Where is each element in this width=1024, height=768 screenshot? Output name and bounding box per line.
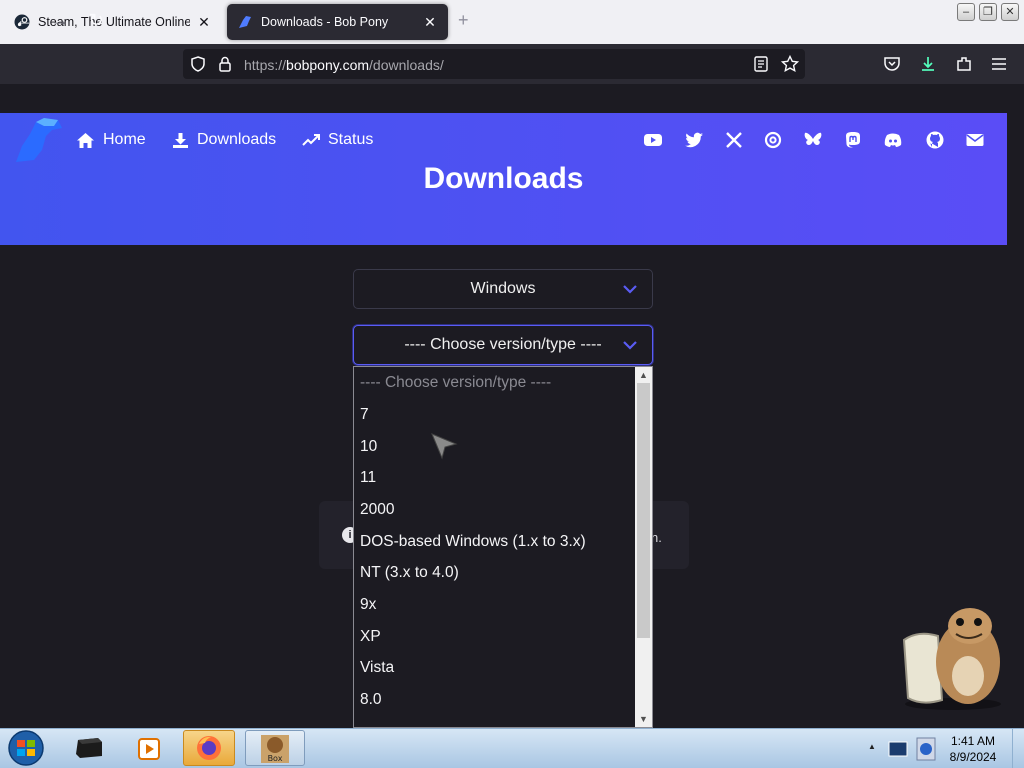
downloads-icon[interactable] bbox=[919, 55, 937, 73]
back-button[interactable]: ← bbox=[12, 8, 36, 32]
tab-title: Downloads - Bob Pony bbox=[261, 15, 389, 29]
nav-downloads-label: Downloads bbox=[197, 131, 277, 148]
dropdown-option[interactable]: 7 bbox=[360, 406, 369, 424]
chevron-down-icon bbox=[623, 341, 637, 350]
page-title: Downloads bbox=[423, 162, 584, 195]
close-window-button[interactable]: ✕ bbox=[1001, 3, 1019, 21]
nav-downloads-link[interactable]: Downloads bbox=[172, 128, 276, 152]
dropdown-scrollbar-thumb[interactable] bbox=[637, 383, 650, 638]
tab-steam[interactable]: Steam, The Ultimate Online Gar ✕ bbox=[4, 4, 222, 40]
new-tab-button[interactable]: + bbox=[458, 10, 469, 31]
system-clock[interactable]: 1:41 AM 8/9/2024 bbox=[945, 733, 1001, 765]
tracking-protection-icon[interactable] bbox=[190, 56, 206, 72]
dropdown-option[interactable]: 10 bbox=[360, 438, 377, 456]
clock-date: 8/9/2024 bbox=[949, 750, 997, 764]
version-select[interactable]: ---- Choose version/type ---- bbox=[353, 325, 653, 365]
mastodon-icon[interactable] bbox=[843, 130, 863, 150]
terminal-app-icon bbox=[76, 738, 102, 758]
os-select[interactable]: Windows bbox=[353, 269, 653, 309]
nav-home-label: Home bbox=[103, 131, 146, 148]
forward-button[interactable]: → bbox=[48, 8, 72, 32]
system-tray-app-icon[interactable] bbox=[886, 737, 910, 761]
discord-icon[interactable] bbox=[883, 130, 903, 150]
media-player-icon bbox=[138, 738, 160, 760]
close-tab-icon[interactable]: ✕ bbox=[422, 14, 438, 31]
version-dropdown-list[interactable]: ---- Choose version/type ---- 7 10 11 20… bbox=[353, 366, 653, 728]
twitter-icon[interactable] bbox=[684, 130, 704, 150]
show-desktop-button[interactable] bbox=[1012, 729, 1024, 768]
scroll-up-arrow-icon[interactable]: ▲ bbox=[635, 367, 652, 383]
dropdown-option[interactable]: Vista bbox=[360, 659, 394, 677]
start-button-icon[interactable] bbox=[6, 729, 46, 767]
hamster-mascot-image bbox=[902, 608, 1001, 710]
trend-up-icon bbox=[302, 134, 320, 146]
firefox-icon bbox=[197, 736, 221, 760]
show-hidden-icons-button[interactable]: ▲ bbox=[868, 742, 876, 751]
tab-downloads[interactable]: Downloads - Bob Pony ✕ bbox=[227, 4, 448, 40]
hamster-box-app-icon: Box bbox=[261, 735, 289, 763]
scroll-down-arrow-icon[interactable]: ▼ bbox=[635, 711, 652, 727]
home-icon bbox=[77, 132, 94, 148]
minimize-button[interactable]: – bbox=[957, 3, 975, 21]
lock-icon[interactable] bbox=[218, 56, 232, 72]
dropdown-option[interactable]: XP bbox=[360, 628, 381, 646]
page-scrollbar[interactable] bbox=[1007, 113, 1024, 728]
content-top-gap bbox=[0, 84, 1024, 113]
extensions-icon[interactable] bbox=[955, 55, 973, 73]
menu-icon[interactable] bbox=[991, 57, 1007, 71]
network-tray-icon[interactable] bbox=[914, 735, 938, 763]
threads-icon[interactable] bbox=[763, 130, 783, 150]
dropdown-option[interactable]: DOS-based Windows (1.x to 3.x) bbox=[360, 533, 586, 551]
restore-button[interactable]: ❐ bbox=[979, 3, 997, 21]
nav-status-label: Status bbox=[328, 131, 374, 148]
mouse-cursor-icon bbox=[431, 433, 458, 460]
url-text[interactable]: https://bobpony.com/downloads/ bbox=[244, 57, 444, 73]
site-logo[interactable] bbox=[12, 116, 64, 166]
dropdown-option[interactable]: 8.0 bbox=[360, 691, 382, 709]
close-tab-icon[interactable]: ✕ bbox=[196, 14, 212, 31]
bookmark-star-icon[interactable] bbox=[781, 55, 799, 73]
chevron-down-icon bbox=[623, 285, 637, 294]
dropdown-option[interactable]: 9x bbox=[360, 596, 376, 614]
reader-view-icon[interactable] bbox=[754, 56, 768, 72]
nav-status-link[interactable]: Status bbox=[302, 128, 373, 152]
email-icon[interactable] bbox=[965, 130, 985, 150]
bobpony-favicon-icon bbox=[239, 16, 251, 28]
dropdown-option[interactable]: 2000 bbox=[360, 501, 394, 519]
version-select-value: ---- Choose version/type ---- bbox=[404, 336, 602, 353]
youtube-icon[interactable] bbox=[643, 130, 663, 150]
clock-time: 1:41 AM bbox=[950, 734, 996, 748]
dropdown-option[interactable]: 11 bbox=[360, 469, 376, 487]
os-select-value: Windows bbox=[470, 280, 536, 297]
dropdown-option[interactable]: ---- Choose version/type ---- bbox=[360, 374, 551, 392]
nav-home-link[interactable]: Home bbox=[76, 128, 146, 152]
pocket-icon[interactable] bbox=[883, 56, 901, 72]
reload-button[interactable]: ↻ bbox=[84, 8, 108, 32]
github-icon[interactable] bbox=[925, 130, 945, 150]
dropdown-option[interactable]: NT (3.x to 4.0) bbox=[360, 564, 459, 582]
svg-text:Box: Box bbox=[268, 754, 283, 763]
download-icon bbox=[173, 132, 188, 148]
bluesky-icon[interactable] bbox=[803, 130, 823, 150]
x-icon[interactable] bbox=[724, 130, 744, 150]
